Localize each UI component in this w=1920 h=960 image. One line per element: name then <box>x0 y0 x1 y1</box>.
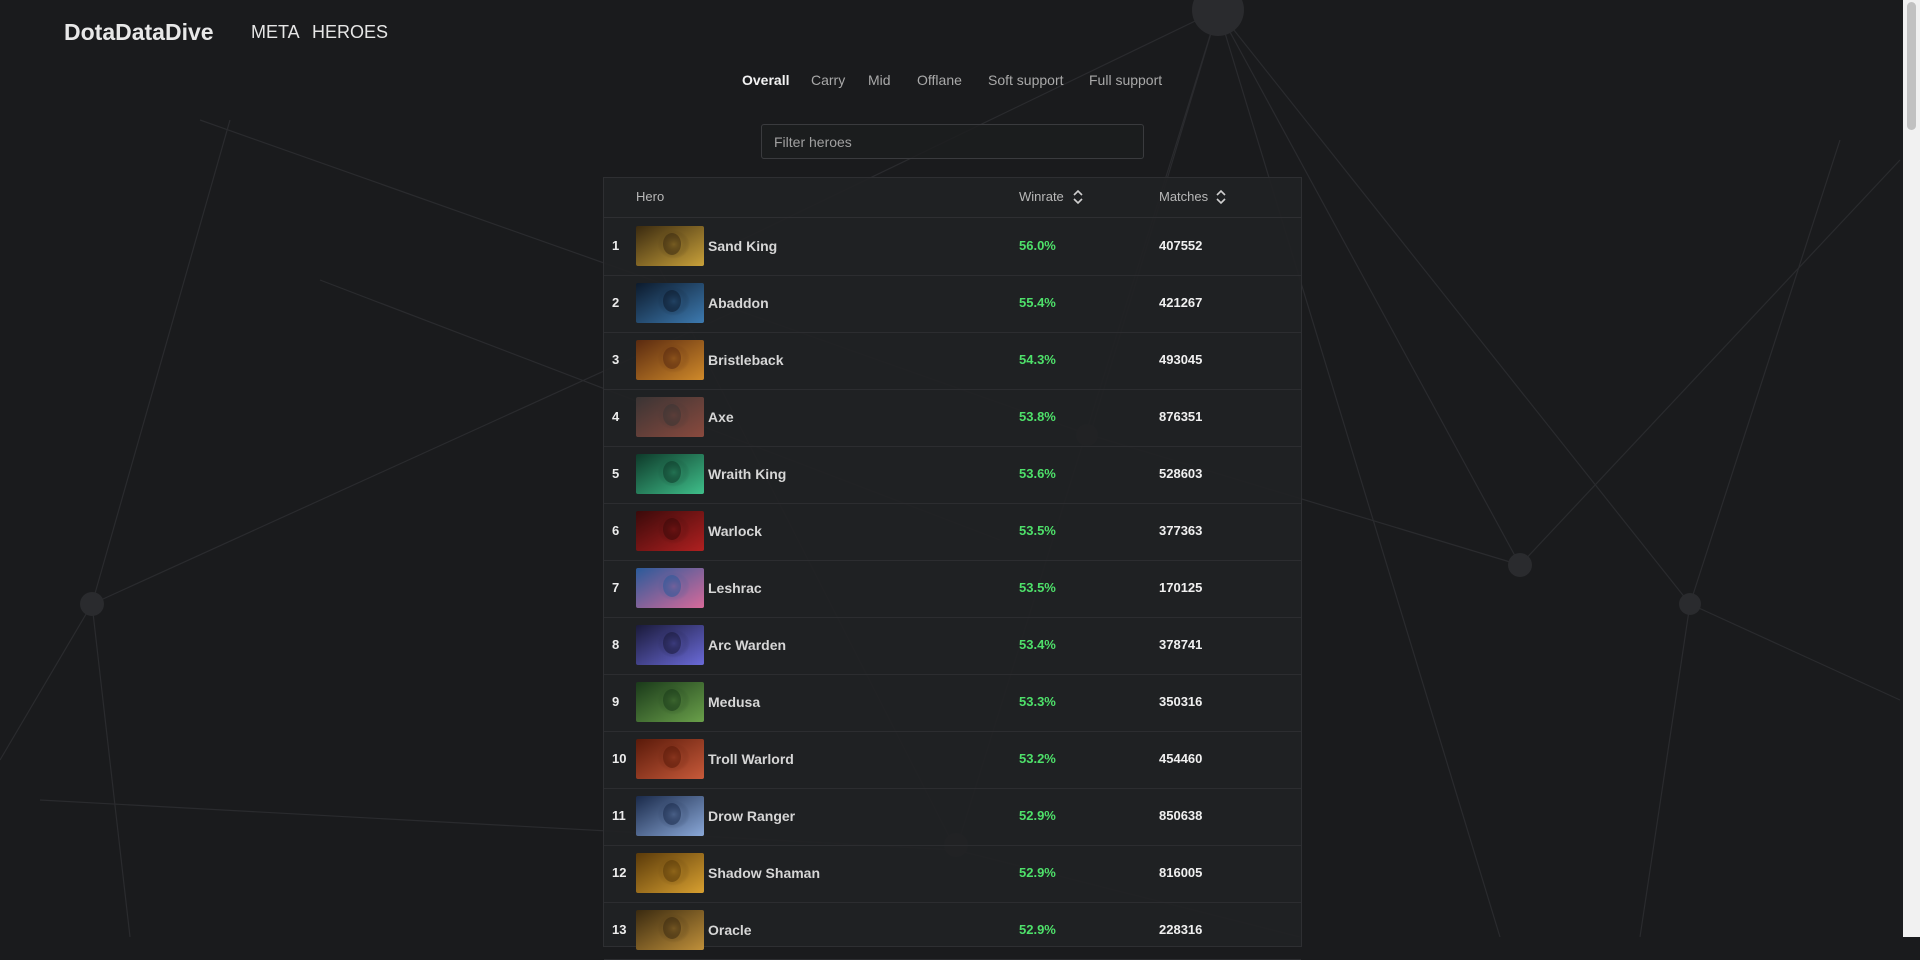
table-row[interactable]: 1 Sand King 56.0% 407552 <box>604 218 1301 276</box>
rank-number: 6 <box>612 523 620 538</box>
matches-value: 454460 <box>1159 751 1203 766</box>
winrate-value: 52.9% <box>1019 865 1056 880</box>
nav-meta-link[interactable]: META <box>251 22 300 43</box>
tab-overall[interactable]: Overall <box>742 72 789 88</box>
table-row[interactable]: 5 Wraith King 53.6% 528603 <box>604 446 1301 504</box>
hero-portrait[interactable] <box>636 226 704 266</box>
sort-matches-icon[interactable] <box>1215 188 1227 206</box>
table-header: Hero Winrate Matches <box>604 178 1301 218</box>
table-row[interactable]: 4 Axe 53.8% 876351 <box>604 389 1301 447</box>
tab-carry[interactable]: Carry <box>811 72 845 88</box>
rank-number: 2 <box>612 295 620 310</box>
hero-portrait[interactable] <box>636 853 704 893</box>
hero-name[interactable]: Bristleback <box>708 352 783 368</box>
hero-portrait[interactable] <box>636 682 704 722</box>
rank-number: 7 <box>612 580 620 595</box>
table-row[interactable]: 9 Medusa 53.3% 350316 <box>604 674 1301 732</box>
matches-value: 850638 <box>1159 808 1203 823</box>
tab-full-support[interactable]: Full support <box>1089 72 1162 88</box>
matches-value: 228316 <box>1159 922 1203 937</box>
hero-name[interactable]: Shadow Shaman <box>708 865 820 881</box>
hero-portrait[interactable] <box>636 739 704 779</box>
hero-portrait[interactable] <box>636 397 704 437</box>
role-tabs: Overall Carry Mid Offlane Soft support F… <box>0 72 1900 94</box>
hero-name[interactable]: Warlock <box>708 523 762 539</box>
hero-name[interactable]: Troll Warlord <box>708 751 794 767</box>
rank-number: 3 <box>612 352 620 367</box>
matches-value: 377363 <box>1159 523 1203 538</box>
hero-portrait[interactable] <box>636 340 704 380</box>
table-row[interactable]: 11 Drow Ranger 52.9% 850638 <box>604 788 1301 846</box>
matches-value: 528603 <box>1159 466 1203 481</box>
table-row[interactable]: 7 Leshrac 53.5% 170125 <box>604 560 1301 618</box>
hero-name[interactable]: Abaddon <box>708 295 769 311</box>
filter-heroes-input[interactable] <box>761 124 1144 159</box>
winrate-value: 56.0% <box>1019 238 1056 253</box>
heroes-table: Hero Winrate Matches 1 Sand King 56.0% 4075… <box>603 177 1302 960</box>
rank-number: 11 <box>612 808 626 823</box>
rank-number: 8 <box>612 637 620 652</box>
header-hero: Hero <box>636 189 665 204</box>
winrate-value: 52.9% <box>1019 922 1056 937</box>
hero-name[interactable]: Drow Ranger <box>708 808 795 824</box>
brand-logo[interactable]: DotaDataDive <box>64 19 214 46</box>
winrate-value: 53.5% <box>1019 523 1056 538</box>
tab-mid[interactable]: Mid <box>868 72 891 88</box>
winrate-value: 52.9% <box>1019 808 1056 823</box>
hero-portrait[interactable] <box>636 910 704 950</box>
winrate-value: 53.3% <box>1019 694 1056 709</box>
header-winrate[interactable]: Winrate <box>1019 189 1064 204</box>
winrate-value: 53.8% <box>1019 409 1056 424</box>
table-row[interactable]: 6 Warlock 53.5% 377363 <box>604 503 1301 561</box>
nav-heroes-link[interactable]: HEROES <box>312 22 388 43</box>
winrate-value: 53.2% <box>1019 751 1056 766</box>
rank-number: 13 <box>612 922 627 937</box>
hero-portrait[interactable] <box>636 796 704 836</box>
matches-value: 407552 <box>1159 238 1203 253</box>
rank-number: 10 <box>612 751 627 766</box>
matches-value: 421267 <box>1159 295 1203 310</box>
table-row[interactable]: 8 Arc Warden 53.4% 378741 <box>604 617 1301 675</box>
hero-name[interactable]: Oracle <box>708 922 752 938</box>
matches-value: 378741 <box>1159 637 1203 652</box>
matches-value: 816005 <box>1159 865 1203 880</box>
scrollbar-thumb[interactable] <box>1907 2 1916 130</box>
rank-number: 4 <box>612 409 620 424</box>
winrate-value: 54.3% <box>1019 352 1056 367</box>
hero-portrait[interactable] <box>636 625 704 665</box>
hero-portrait[interactable] <box>636 454 704 494</box>
table-row[interactable]: 2 Abaddon 55.4% 421267 <box>604 275 1301 333</box>
tab-offlane[interactable]: Offlane <box>917 72 962 88</box>
table-row[interactable]: 12 Shadow Shaman 52.9% 816005 <box>604 845 1301 903</box>
hero-name[interactable]: Medusa <box>708 694 760 710</box>
hero-portrait[interactable] <box>636 283 704 323</box>
tab-soft-support[interactable]: Soft support <box>988 72 1064 88</box>
rank-number: 1 <box>612 238 620 253</box>
sort-winrate-icon[interactable] <box>1072 188 1084 206</box>
rank-number: 9 <box>612 694 620 709</box>
table-row[interactable]: 3 Bristleback 54.3% 493045 <box>604 332 1301 390</box>
hero-name[interactable]: Sand King <box>708 238 777 254</box>
hero-name[interactable]: Arc Warden <box>708 637 786 653</box>
header-matches[interactable]: Matches <box>1159 189 1208 204</box>
hero-portrait[interactable] <box>636 568 704 608</box>
matches-value: 170125 <box>1159 580 1203 595</box>
top-navbar: DotaDataDive META HEROES <box>0 0 1900 64</box>
hero-name[interactable]: Axe <box>708 409 734 425</box>
hero-name[interactable]: Wraith King <box>708 466 786 482</box>
page-scrollbar[interactable] <box>1903 0 1920 937</box>
matches-value: 493045 <box>1159 352 1203 367</box>
winrate-value: 53.6% <box>1019 466 1056 481</box>
table-row[interactable]: 10 Troll Warlord 53.2% 454460 <box>604 731 1301 789</box>
winrate-value: 53.4% <box>1019 637 1056 652</box>
matches-value: 350316 <box>1159 694 1203 709</box>
winrate-value: 55.4% <box>1019 295 1056 310</box>
hero-portrait[interactable] <box>636 511 704 551</box>
matches-value: 876351 <box>1159 409 1203 424</box>
rank-number: 12 <box>612 865 627 880</box>
rank-number: 5 <box>612 466 620 481</box>
hero-name[interactable]: Leshrac <box>708 580 762 596</box>
winrate-value: 53.5% <box>1019 580 1056 595</box>
table-row[interactable]: 13 Oracle 52.9% 228316 <box>604 902 1301 960</box>
